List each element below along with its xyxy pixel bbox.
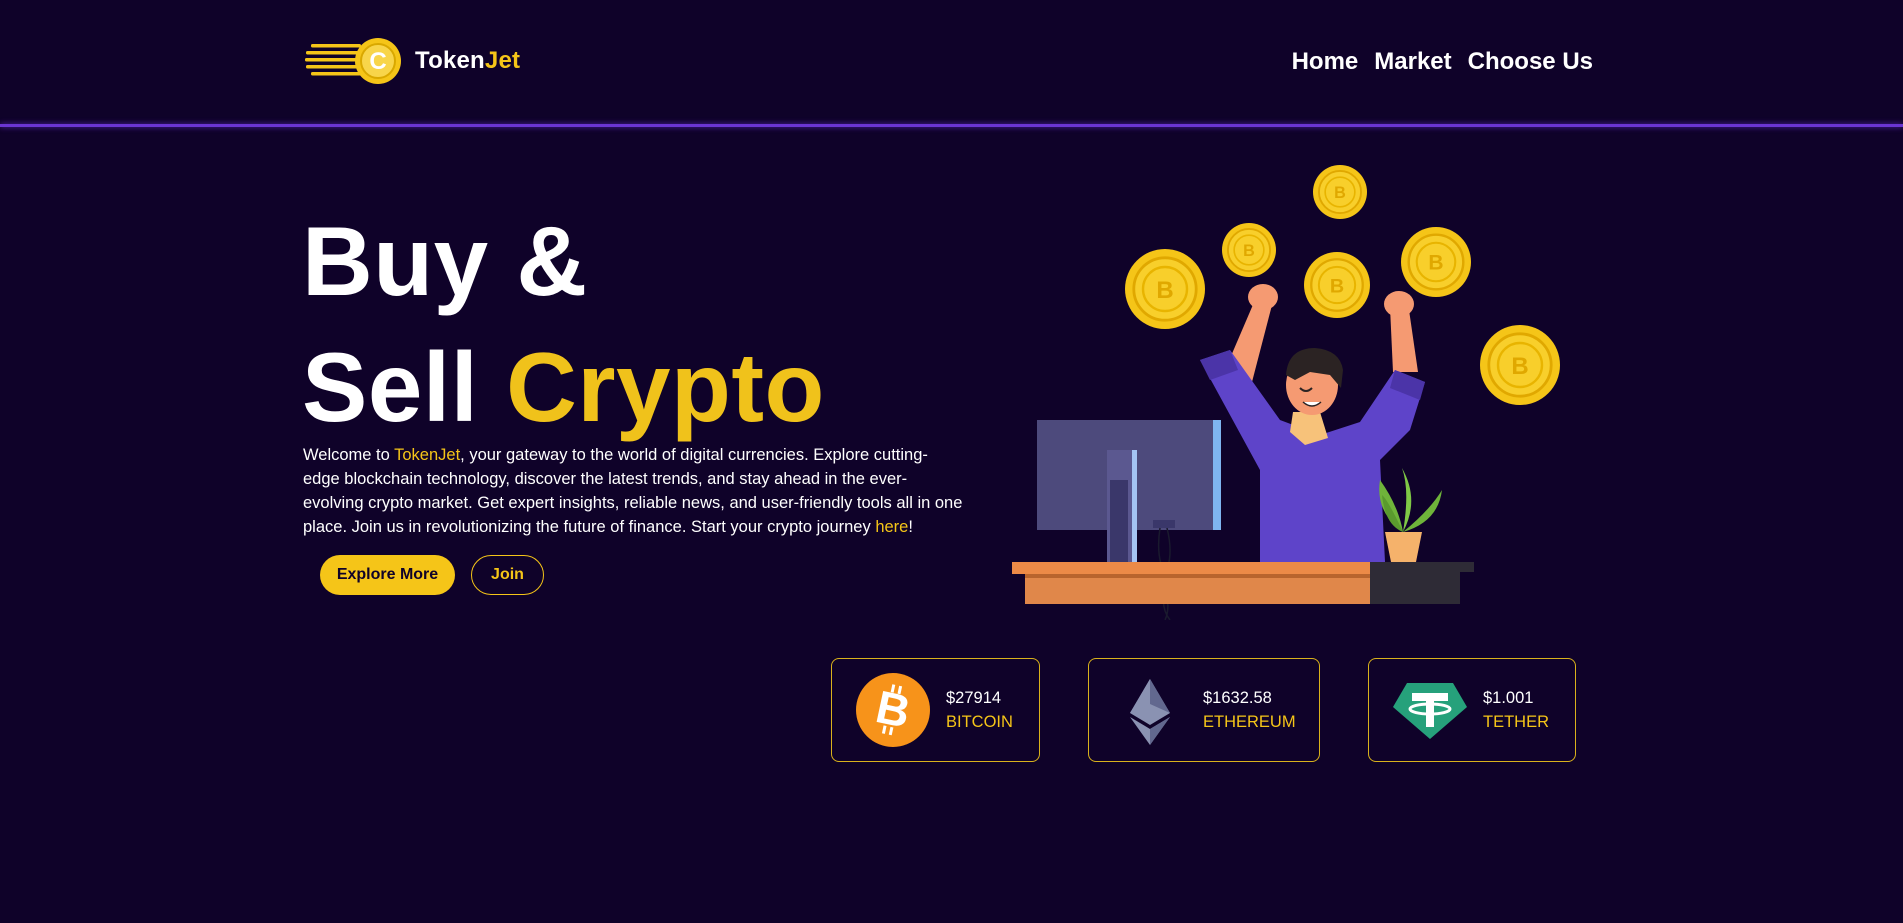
logo[interactable]: C TokenJet <box>305 36 520 86</box>
nav-choose-us[interactable]: Choose Us <box>1468 48 1593 76</box>
tether-icon <box>1393 673 1467 747</box>
explore-more-button[interactable]: Explore More <box>320 555 455 595</box>
ethereum-icon <box>1113 673 1187 747</box>
coin-icon <box>1401 227 1471 297</box>
brand-highlight: TokenJet <box>394 446 461 464</box>
join-button[interactable]: Join <box>471 555 544 595</box>
header-divider <box>0 124 1903 127</box>
coin-icon <box>1480 325 1560 405</box>
coin-name: TETHER <box>1483 712 1549 731</box>
svg-text:C: C <box>369 48 386 75</box>
hero-illustration: B <box>1012 160 1570 620</box>
hero-title-accent: Crypto <box>506 332 825 442</box>
main-nav: Home Market Choose Us <box>1292 48 1593 76</box>
coin-name: ETHEREUM <box>1203 712 1296 731</box>
coin-price: $1.001 <box>1483 688 1534 707</box>
coin-icon <box>1304 252 1370 318</box>
coin-icon <box>1125 249 1205 329</box>
coin-price: $27914 <box>946 688 1002 707</box>
coin-card-ethereum[interactable]: $1632.58 ETHEREUM <box>1088 658 1320 762</box>
nav-market[interactable]: Market <box>1374 48 1451 76</box>
logo-text: TokenJet <box>415 47 521 74</box>
coin-icon <box>1222 223 1276 277</box>
here-link[interactable]: here <box>875 518 908 536</box>
coin-icon <box>1313 165 1367 219</box>
coin-card-tether[interactable]: $1.001 TETHER <box>1368 658 1576 762</box>
hero-title-line2: Sell <box>302 332 507 442</box>
logo-coin-icon: C <box>305 38 401 84</box>
bitcoin-icon: B <box>856 673 930 747</box>
nav-home[interactable]: Home <box>1292 48 1359 76</box>
coin-price: $1632.58 <box>1203 688 1272 707</box>
hero-title: Buy & Sell Crypto <box>302 198 825 450</box>
hero-title-line1: Buy & <box>302 206 588 316</box>
coin-card-bitcoin[interactable]: B $27914 BITCOIN <box>831 658 1040 762</box>
hero-description: Welcome to TokenJet, your gateway to the… <box>303 446 963 536</box>
site-header: C TokenJet Home Market Choose Us <box>0 0 1903 126</box>
coin-name: BITCOIN <box>946 712 1013 731</box>
